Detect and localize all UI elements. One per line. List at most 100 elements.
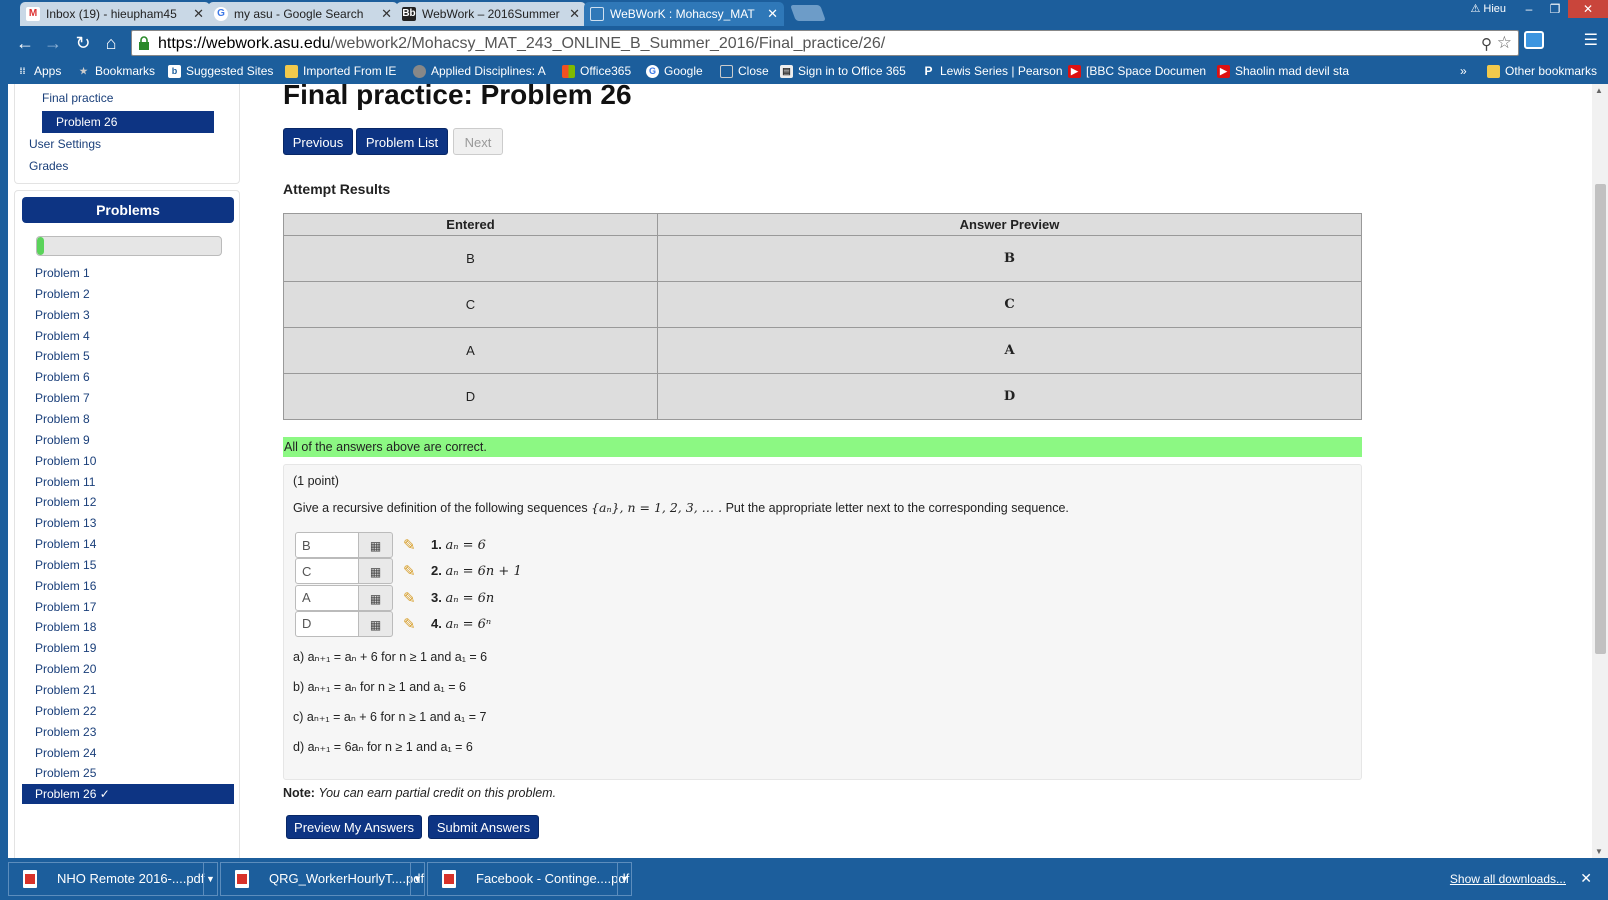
profile-name[interactable]: ⚠ Hieu [1460, 0, 1516, 20]
tab-gmail[interactable]: M Inbox (19) - hieupham45 ✕ [20, 2, 210, 26]
sequence-number: 3. [431, 589, 442, 605]
pencil-icon: ✎ [403, 537, 416, 554]
minimize-icon[interactable]: – [1516, 0, 1542, 18]
preview-answers-button[interactable]: Preview My Answers [286, 815, 422, 839]
problem-link[interactable]: Problem 4 [35, 326, 90, 347]
menu-icon[interactable]: ☰ [1584, 30, 1598, 50]
problem-link[interactable]: Problem 8 [35, 409, 90, 430]
submit-answers-button[interactable]: Submit Answers [428, 815, 539, 839]
grid-icon[interactable]: ▦ [359, 558, 393, 585]
search-icon[interactable]: ⚲ [1481, 35, 1492, 53]
forward-icon[interactable]: → [42, 33, 64, 53]
answer-input[interactable] [295, 532, 359, 558]
show-all-downloads-link[interactable]: Show all downloads... [1450, 872, 1566, 886]
grid-icon[interactable]: ▦ [359, 584, 393, 611]
chevron-down-icon[interactable]: ▼ [203, 863, 217, 895]
reload-icon[interactable]: ↻ [72, 33, 94, 53]
sequence-expr: aₙ = 6ⁿ [445, 616, 492, 632]
bookmark-office-signin[interactable]: ▤ Sign in to Office 365 [780, 64, 906, 78]
problems-panel: Problems Problem 1 Problem 2 Problem 3 Prob… [14, 190, 240, 858]
back-icon[interactable]: ← [14, 33, 36, 53]
grid-icon[interactable]: ▦ [359, 610, 393, 637]
problem-link[interactable]: Problem 13 [35, 513, 96, 534]
bookmark-bbc[interactable]: ▶ [BBC Space Documen [1068, 64, 1206, 78]
grid-icon[interactable]: ▦ [359, 532, 393, 558]
bookmark-bookmarks[interactable]: ★ Bookmarks [77, 64, 155, 78]
problem-link[interactable]: Problem 6 [35, 367, 90, 388]
tab-google-search[interactable]: G my asu - Google Search ✕ [208, 2, 398, 26]
close-icon[interactable]: ✕ [381, 2, 392, 26]
download-item[interactable]: Facebook - Continge....pdf ▼ [427, 862, 632, 896]
bookmark-office365[interactable]: Office365 [562, 64, 631, 78]
download-shelf: NHO Remote 2016-....pdf ▼ QRG_WorkerHourl… [0, 858, 1608, 900]
close-icon[interactable]: ✕ [1580, 870, 1592, 887]
problem-link[interactable]: Problem 10 [35, 451, 96, 472]
answer-input[interactable] [295, 558, 359, 585]
problem-link[interactable]: Problem 5 [35, 346, 90, 367]
scrollbar[interactable]: ▲ ▼ [1592, 84, 1608, 858]
close-icon[interactable]: ✕ [569, 2, 580, 26]
star-icon[interactable]: ☆ [1497, 33, 1512, 53]
problem-link[interactable]: Problem 17 [35, 597, 96, 618]
scrollbar-thumb[interactable] [1595, 184, 1606, 654]
new-tab-button[interactable] [790, 5, 826, 21]
scroll-down-icon[interactable]: ▼ [1595, 847, 1603, 856]
address-bar[interactable]: https://webwork.asu.edu/webwork2/Mohacsy… [131, 30, 1519, 56]
problem-link[interactable]: Problem 11 [35, 472, 95, 493]
bookmark-apps[interactable]: ⁞⁞ Apps [16, 64, 62, 78]
problem-link[interactable]: Problem 23 [35, 722, 96, 743]
problem-link[interactable]: Problem 15 [35, 555, 96, 576]
problem-link[interactable]: Problem 1 [35, 263, 90, 284]
overflow-chevron-icon[interactable]: » [1460, 64, 1467, 78]
problem-link[interactable]: Problem 19 [35, 638, 96, 659]
problem-link[interactable]: Problem 14 [35, 534, 96, 555]
nav-problem-26[interactable]: Problem 26 [42, 111, 214, 133]
tab-webwork-active[interactable]: WeBWorK : Mohacsy_MAT ✕ [584, 2, 784, 26]
problem-link[interactable]: Problem 2 [35, 284, 90, 305]
bookmark-imported[interactable]: Imported From IE [285, 64, 396, 78]
chevron-down-icon[interactable]: ▼ [617, 863, 631, 895]
bookmark-suggested[interactable]: b Suggested Sites [168, 64, 273, 78]
main-content: Final practice: Problem 26 Previous Prob… [283, 84, 1363, 858]
note-text: You can earn partial credit on this prob… [318, 786, 557, 800]
scroll-up-icon[interactable]: ▲ [1595, 86, 1603, 95]
next-button[interactable]: Next [453, 128, 503, 155]
close-window-icon[interactable]: ✕ [1568, 0, 1608, 18]
nav-user-settings[interactable]: User Settings [29, 137, 101, 151]
problem-link[interactable]: Problem 9 [35, 430, 90, 451]
download-item[interactable]: QRG_WorkerHourlyT....pdf ▼ [220, 862, 425, 896]
download-item[interactable]: NHO Remote 2016-....pdf ▼ [8, 862, 218, 896]
problem-link[interactable]: Problem 20 [35, 659, 96, 680]
close-icon[interactable]: ✕ [193, 2, 204, 26]
close-icon[interactable]: ✕ [767, 2, 778, 26]
tab-blackboard[interactable]: Bb WebWork – 2016Summer ✕ [396, 2, 586, 26]
extension-icon[interactable] [1524, 31, 1544, 49]
bookmark-label: Shaolin mad devil sta [1235, 64, 1350, 78]
problem-link[interactable]: Problem 12 [35, 492, 96, 513]
chevron-down-icon[interactable]: ▼ [410, 863, 424, 895]
bookmark-applied[interactable]: Applied Disciplines: A [413, 64, 546, 78]
problem-link[interactable]: Problem 22 [35, 701, 96, 722]
problem-link[interactable]: Problem 21 [35, 680, 96, 701]
problem-link[interactable]: Problem 25 [35, 763, 96, 784]
sequence-label: 2. aₙ = 6n + 1 [431, 563, 522, 579]
bookmark-pearson[interactable]: P Lewis Series | Pearson [922, 64, 1062, 78]
bookmark-other[interactable]: Other bookmarks [1487, 64, 1597, 78]
answer-input[interactable] [295, 584, 359, 611]
problem-link-current[interactable]: Problem 26 ✓ [22, 784, 234, 805]
problem-link[interactable]: Problem 16 [35, 576, 96, 597]
problem-link[interactable]: Problem 7 [35, 388, 90, 409]
previous-button[interactable]: Previous [283, 128, 353, 155]
bookmark-shaolin[interactable]: ▶ Shaolin mad devil sta [1217, 64, 1349, 78]
problem-link[interactable]: Problem 18 [35, 617, 96, 638]
home-icon[interactable]: ⌂ [100, 33, 122, 53]
problem-link[interactable]: Problem 24 [35, 743, 96, 764]
problem-list-button[interactable]: Problem List [356, 128, 448, 155]
nav-grades[interactable]: Grades [29, 159, 68, 173]
answer-input[interactable] [295, 610, 359, 637]
problem-link[interactable]: Problem 3 [35, 305, 90, 326]
bookmark-close[interactable]: Close [720, 64, 769, 78]
nav-final-practice[interactable]: Final practice [42, 91, 113, 105]
restore-icon[interactable]: ❐ [1542, 0, 1568, 18]
bookmark-google[interactable]: G Google [646, 64, 703, 78]
